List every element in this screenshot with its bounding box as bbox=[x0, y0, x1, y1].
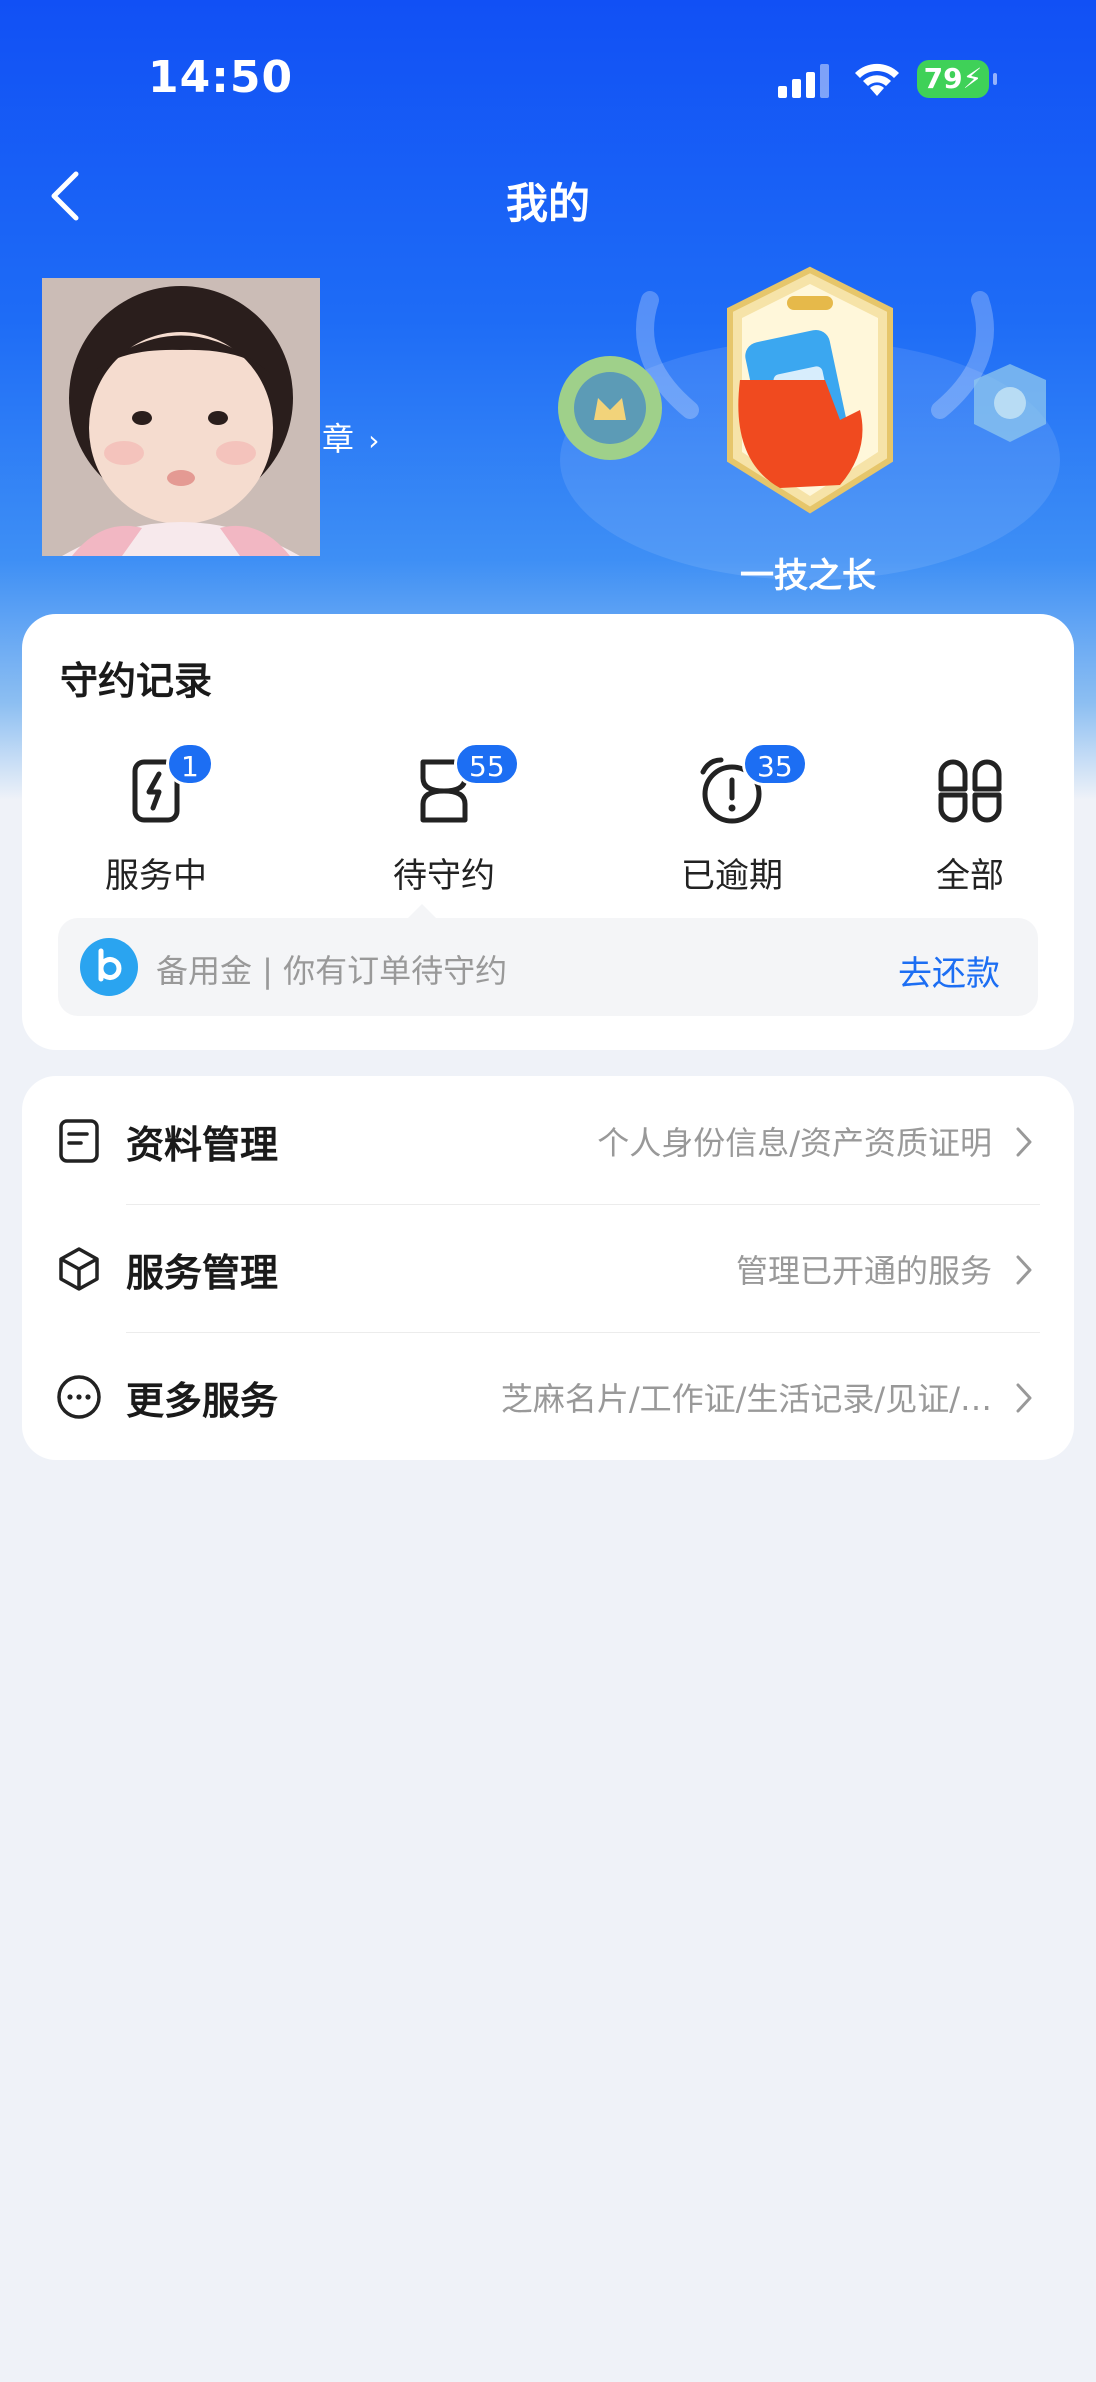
status-time: 14:50 bbox=[148, 52, 294, 103]
repay-link[interactable]: 去还款 bbox=[898, 946, 1000, 995]
stat-badge-count: 1 bbox=[166, 742, 214, 786]
stat-all[interactable]: 全部 bbox=[870, 742, 1070, 902]
cellular-signal-icon bbox=[778, 64, 829, 98]
status-bar: 14:50 79⚡ bbox=[0, 0, 1096, 160]
chevron-right-icon bbox=[1016, 1127, 1032, 1157]
menu-row-subtitle: 管理已开通的服务 bbox=[735, 1252, 992, 1290]
badge-small-left-icon bbox=[558, 356, 662, 460]
medal-link-label: 章 bbox=[322, 420, 355, 458]
more-dots-icon bbox=[57, 1375, 101, 1419]
menu-row-service-management[interactable]: 服务管理 管理已开通的服务 bbox=[22, 1204, 1074, 1332]
menu-row-label: 服务管理 bbox=[126, 1251, 279, 1295]
notice-text: 备用金 | 你有订单待守约 bbox=[156, 952, 508, 990]
cube-icon bbox=[59, 1247, 99, 1291]
stat-in-service[interactable]: 1 服务中 bbox=[56, 742, 256, 902]
menu-row-profile-data[interactable]: 资料管理 个人身份信息/资产资质证明 bbox=[22, 1076, 1074, 1204]
menu-row-more-services[interactable]: 更多服务 芝麻名片/工作证/生活记录/见证/… bbox=[22, 1332, 1074, 1460]
badge-main-icon bbox=[727, 266, 893, 514]
stat-pending[interactable]: 55 待守约 bbox=[344, 742, 544, 902]
chevron-right-icon bbox=[1016, 1383, 1032, 1413]
stat-label: 服务中 bbox=[105, 856, 207, 896]
wifi-icon bbox=[855, 63, 899, 96]
charging-bolt-icon: ⚡ bbox=[962, 62, 983, 95]
avatar-photo bbox=[42, 278, 320, 556]
records-title: 守约记录 bbox=[60, 659, 213, 703]
stat-overdue[interactable]: 35 已逾期 bbox=[632, 742, 832, 902]
stat-label: 全部 bbox=[936, 856, 1004, 896]
records-card: 守约记录 1 服务中 55 待守约 35 已逾期 全部 备用金 | 你有订单待守… bbox=[22, 614, 1074, 1050]
document-icon bbox=[59, 1119, 99, 1163]
page-title: 我的 bbox=[505, 179, 590, 228]
menu-row-label: 更多服务 bbox=[126, 1379, 279, 1423]
b-logo-icon bbox=[80, 938, 138, 996]
menu-row-subtitle: 芝麻名片/工作证/生活记录/见证/… bbox=[500, 1380, 992, 1418]
battery-level: 79 bbox=[923, 62, 963, 95]
menu-row-label: 资料管理 bbox=[126, 1123, 279, 1167]
stat-label: 待守约 bbox=[393, 856, 495, 896]
notice-bar[interactable]: 备用金 | 你有订单待守约 去还款 bbox=[58, 904, 1038, 1016]
chevron-right-icon bbox=[1016, 1255, 1032, 1285]
badge-name: 一技之长 bbox=[740, 556, 876, 596]
stat-badge-count: 35 bbox=[742, 742, 808, 786]
stat-badge-count: 55 bbox=[454, 742, 520, 786]
menu-row-subtitle: 个人身份信息/资产资质证明 bbox=[597, 1124, 992, 1162]
avatar[interactable] bbox=[42, 278, 320, 556]
four-petal-grid-icon bbox=[938, 759, 1002, 823]
battery-indicator: 79⚡ bbox=[917, 60, 997, 98]
stat-label: 已逾期 bbox=[681, 856, 783, 896]
chevron-right-icon: › bbox=[368, 424, 380, 457]
medal-link[interactable]: 章 › bbox=[322, 414, 379, 460]
menu-card: 资料管理 个人身份信息/资产资质证明 服务管理 管理已开通的服务 更多服务 芝麻… bbox=[22, 1076, 1074, 1460]
